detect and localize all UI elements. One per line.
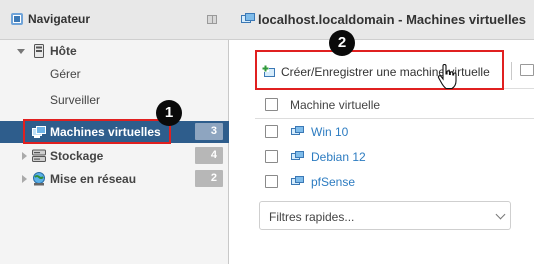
create-register-vm-button[interactable]: Créer/Enregistrer une machine virtuelle	[259, 57, 502, 87]
table-row[interactable]: Win 10	[255, 119, 534, 144]
table-header: Machine virtuelle	[255, 88, 534, 119]
vm-icon	[291, 151, 304, 160]
sidebar-item-networking[interactable]: Mise en réseau 2	[0, 168, 229, 190]
sidebar-item-virtual-machines[interactable]: Machines virtuelles 3	[0, 121, 229, 143]
table-row[interactable]: Debian 12	[255, 144, 534, 169]
main-header: localhost.localdomain - Machines virtuel…	[229, 0, 534, 40]
storage-icon	[32, 149, 46, 162]
page-title: localhost.localdomain - Machines virtuel…	[258, 12, 527, 27]
tree-item-manage[interactable]: Gérer	[50, 67, 81, 81]
main-panel: localhost.localdomain - Machines virtuel…	[229, 0, 534, 264]
count-badge: 2	[195, 170, 223, 187]
caret-right-icon[interactable]	[22, 175, 27, 183]
sidebar-item-label: Mise en réseau	[50, 172, 137, 186]
vm-icon	[241, 13, 255, 23]
quick-filters-label: Filtres rapides...	[269, 210, 355, 224]
host-icon	[34, 44, 44, 58]
more-actions-icon[interactable]	[520, 64, 534, 76]
collapse-panel-icon[interactable]	[207, 15, 217, 24]
vm-icon	[291, 126, 304, 135]
tree-item-host[interactable]: Hôte	[17, 44, 77, 58]
toolbar: Créer/Enregistrer une machine virtuelle	[229, 52, 534, 88]
tree-item-monitor[interactable]: Surveiller	[50, 93, 100, 107]
quick-filters-dropdown[interactable]: Filtres rapides...	[259, 201, 511, 230]
chevron-down-icon	[495, 209, 506, 220]
caret-down-icon[interactable]	[17, 48, 25, 54]
sidebar-item-storage[interactable]: Stockage 4	[0, 145, 229, 167]
sidebar-item-label: Stockage	[50, 149, 104, 163]
add-vm-icon	[262, 65, 275, 77]
step-marker-1: 1	[156, 100, 182, 126]
vm-name-link[interactable]: pfSense	[311, 175, 355, 189]
navigator-title: Navigateur	[28, 12, 91, 26]
toolbar-divider	[511, 62, 512, 80]
table-row[interactable]: pfSense	[255, 169, 534, 194]
hand-pointer-icon	[437, 64, 457, 90]
row-checkbox[interactable]	[265, 150, 278, 163]
row-checkbox[interactable]	[265, 175, 278, 188]
host-label: Hôte	[50, 44, 77, 58]
count-badge: 4	[195, 147, 223, 164]
vm-name-link[interactable]: Win 10	[311, 125, 348, 139]
network-icon	[33, 172, 45, 186]
count-badge: 3	[195, 123, 223, 140]
select-all-checkbox[interactable]	[265, 98, 278, 111]
navigator-header: Navigateur	[0, 0, 229, 40]
vmware-logo-icon	[11, 13, 23, 25]
caret-right-icon[interactable]	[22, 152, 27, 160]
row-checkbox[interactable]	[265, 125, 278, 138]
vm-icon	[291, 176, 304, 185]
vm-icon	[32, 126, 46, 138]
column-header-vm[interactable]: Machine virtuelle	[290, 98, 380, 112]
navigator-panel: Navigateur Hôte Gérer Surveiller Machine…	[0, 0, 229, 264]
step-marker-2: 2	[329, 30, 355, 56]
sidebar-item-label: Machines virtuelles	[50, 125, 161, 139]
vm-name-link[interactable]: Debian 12	[311, 150, 366, 164]
